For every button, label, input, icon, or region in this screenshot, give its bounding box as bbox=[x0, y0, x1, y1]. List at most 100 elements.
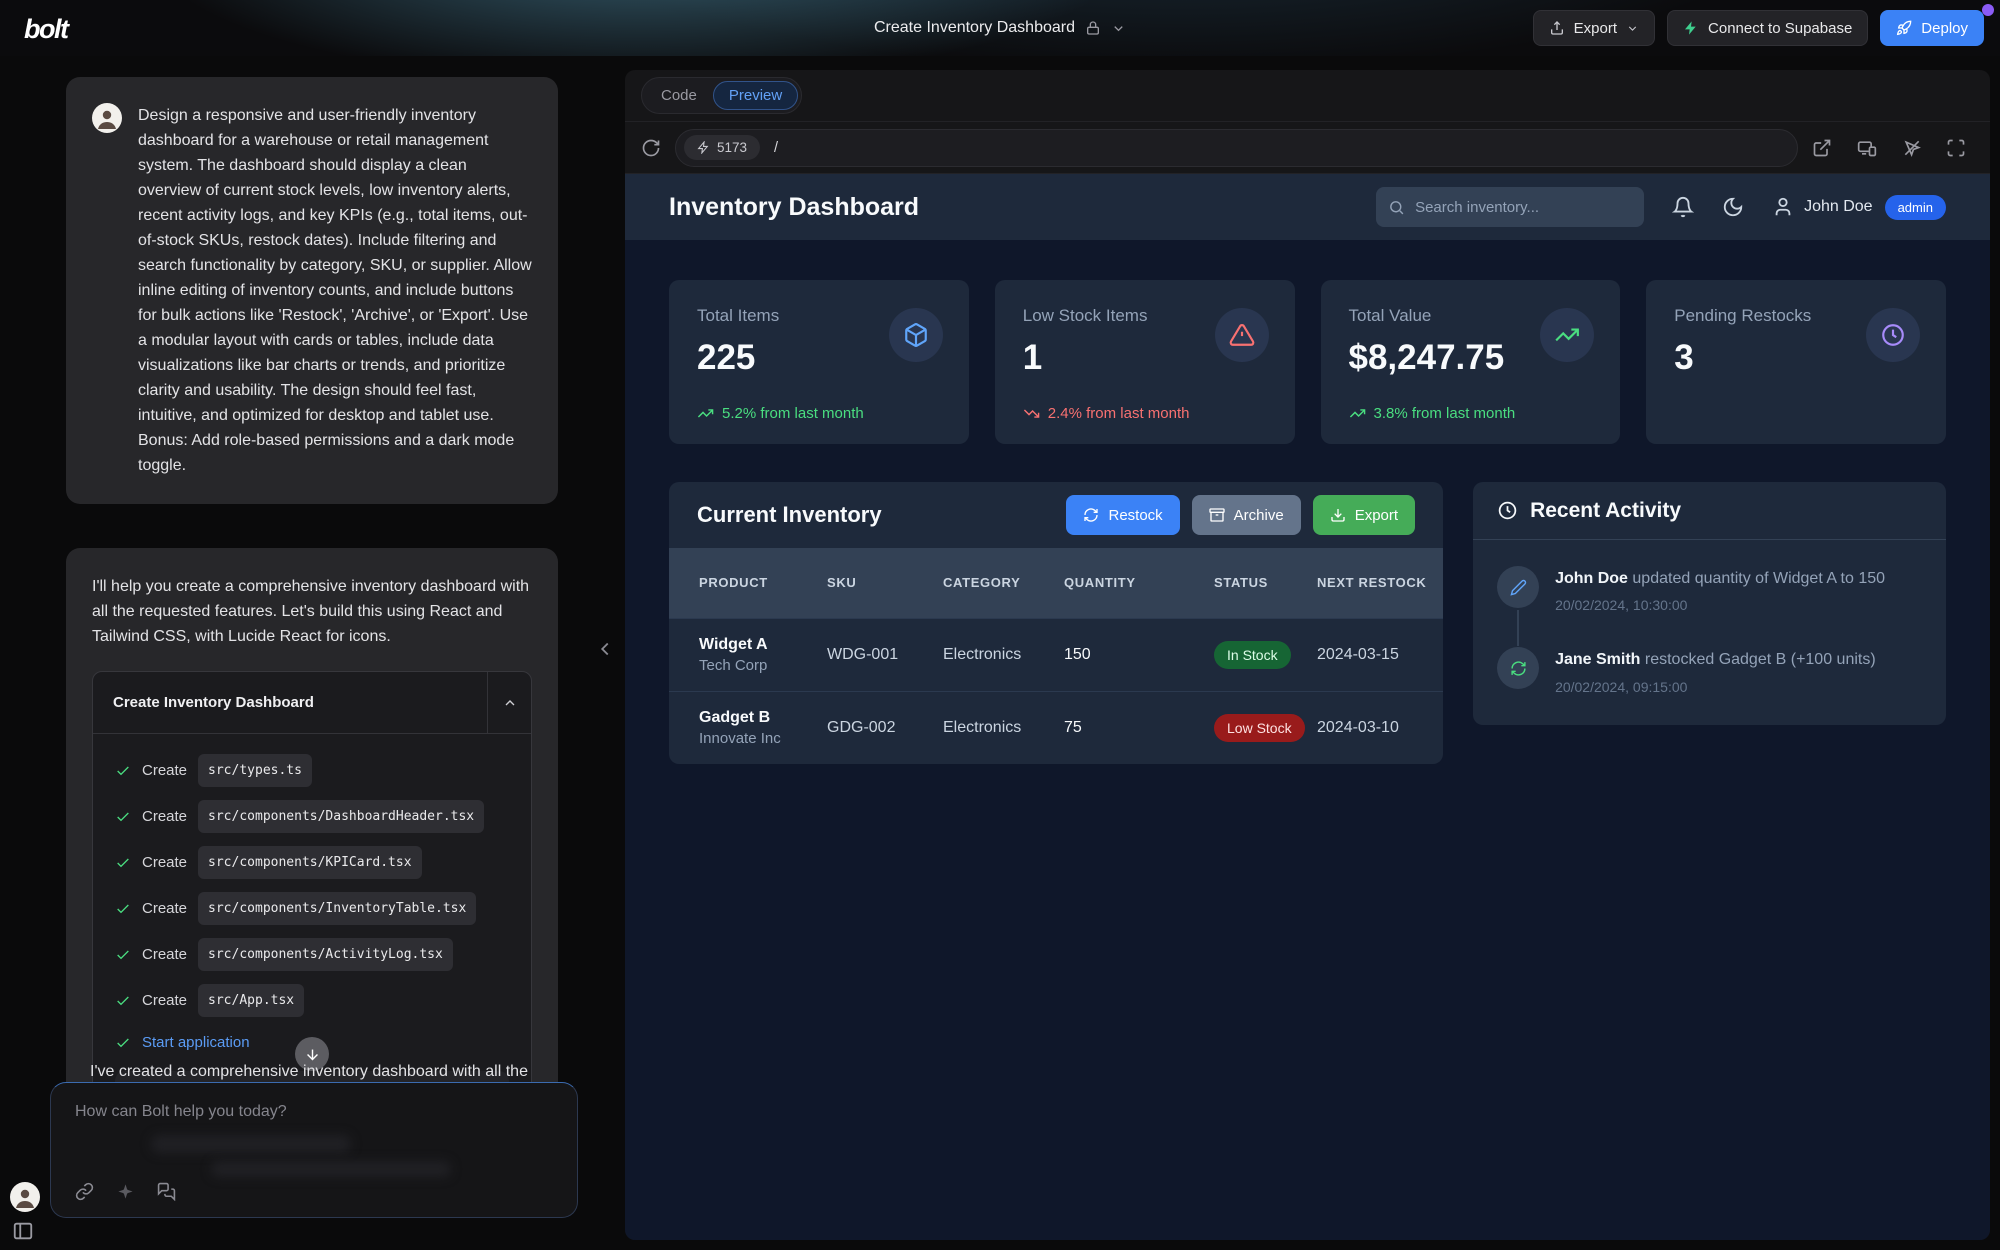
inventory-search[interactable] bbox=[1376, 187, 1644, 227]
archive-button[interactable]: Archive bbox=[1192, 495, 1301, 535]
collapse-artifact-button[interactable] bbox=[487, 672, 531, 734]
dark-mode-toggle-icon[interactable] bbox=[1722, 196, 1744, 218]
category-cell: Electronics bbox=[943, 646, 1064, 664]
quantity-cell[interactable]: 150 bbox=[1064, 646, 1214, 664]
export-button[interactable]: Export bbox=[1533, 10, 1655, 46]
category-cell: Electronics bbox=[943, 719, 1064, 737]
status-badge: Low Stock bbox=[1214, 714, 1305, 742]
trending-up-icon bbox=[1540, 308, 1594, 362]
step-file[interactable]: src/components/KPICard.tsx bbox=[198, 846, 422, 879]
preview-panel: Code Preview 5173 / Inventory bbox=[625, 70, 1990, 1240]
url-path: / bbox=[774, 140, 778, 156]
table-row: Widget A Tech Corp WDG-001 Electronics 1… bbox=[669, 618, 1443, 691]
sku-cell: WDG-001 bbox=[827, 646, 943, 664]
table-header-row: Product SKU Category Quantity Status Nex… bbox=[669, 548, 1443, 618]
step-file[interactable]: src/App.tsx bbox=[198, 984, 304, 1017]
check-icon bbox=[115, 855, 131, 871]
col-quantity: Quantity bbox=[1064, 574, 1214, 593]
url-input[interactable]: 5173 / bbox=[675, 129, 1798, 167]
trend-down-icon bbox=[1023, 405, 1040, 422]
export-label: Export bbox=[1574, 20, 1617, 37]
attach-link-icon[interactable] bbox=[75, 1182, 94, 1201]
kpi-change: 5.2% from last month bbox=[697, 405, 864, 422]
export-csv-button[interactable]: Export bbox=[1313, 495, 1415, 535]
table-row: Gadget B Innovate Inc GDG-002 Electronic… bbox=[669, 691, 1443, 764]
kpi-pending-restocks: Pending Restocks 3 bbox=[1646, 280, 1946, 444]
start-application-link[interactable]: Start application bbox=[142, 1030, 250, 1055]
step-action: Create bbox=[142, 804, 187, 829]
product-supplier: Innovate Inc bbox=[699, 730, 827, 747]
chevron-down-icon[interactable] bbox=[1111, 21, 1126, 36]
activity-action: restocked Gadget B (+100 units) bbox=[1645, 651, 1876, 668]
col-product: Product bbox=[699, 574, 827, 593]
project-title: Create Inventory Dashboard bbox=[874, 19, 1075, 37]
top-bar: bolt Create Inventory Dashboard Export C… bbox=[0, 0, 2000, 56]
col-status: Status bbox=[1214, 574, 1317, 593]
kpi-change: 3.8% from last month bbox=[1349, 405, 1516, 422]
step-action: Create bbox=[142, 988, 187, 1013]
restock-date-cell: 2024-03-10 bbox=[1317, 719, 1443, 737]
quantity-cell[interactable]: 75 bbox=[1064, 719, 1214, 737]
connect-supabase-button[interactable]: Connect to Supabase bbox=[1667, 10, 1868, 46]
chat-input-box[interactable] bbox=[50, 1082, 578, 1218]
dashboard-header: Inventory Dashboard John Doe admin bbox=[625, 174, 1990, 240]
account-avatar[interactable] bbox=[10, 1182, 40, 1212]
chat-mode-icon[interactable] bbox=[157, 1182, 176, 1201]
tab-preview[interactable]: Preview bbox=[713, 81, 798, 110]
col-next-restock: Next Restock bbox=[1317, 574, 1443, 593]
user-message-text: Design a responsive and user-friendly in… bbox=[138, 103, 532, 478]
step-action: Create bbox=[142, 758, 187, 783]
sidebar-toggle-icon[interactable] bbox=[12, 1220, 34, 1242]
kpi-change: 2.4% from last month bbox=[1023, 405, 1190, 422]
col-category: Category bbox=[943, 574, 1064, 593]
product-name: Gadget B bbox=[699, 709, 827, 727]
fullscreen-icon[interactable] bbox=[1946, 138, 1966, 158]
refresh-icon bbox=[1083, 507, 1099, 523]
notification-dot bbox=[1982, 4, 1994, 16]
assistant-intro-text: I'll help you create a comprehensive inv… bbox=[92, 574, 532, 649]
blurred-suggestion bbox=[151, 1135, 351, 1153]
connect-supabase-label: Connect to Supabase bbox=[1708, 20, 1852, 37]
col-sku: SKU bbox=[827, 574, 943, 593]
check-icon bbox=[115, 901, 131, 917]
user-icon[interactable] bbox=[1772, 196, 1794, 218]
collapse-chat-handle[interactable] bbox=[594, 638, 616, 660]
search-input[interactable] bbox=[1415, 199, 1632, 216]
enhance-sparkles-icon[interactable] bbox=[116, 1182, 135, 1201]
product-name: Widget A bbox=[699, 636, 827, 654]
deploy-label: Deploy bbox=[1921, 20, 1968, 37]
rocket-icon bbox=[1896, 20, 1912, 36]
activity-item: John Doe updated quantity of Widget A to… bbox=[1497, 566, 1922, 613]
disable-interaction-icon[interactable] bbox=[1902, 138, 1922, 158]
step-file[interactable]: src/types.ts bbox=[198, 754, 312, 787]
step-file[interactable]: src/components/InventoryTable.tsx bbox=[198, 892, 476, 925]
artifact-step: Create src/App.tsx bbox=[115, 984, 509, 1017]
port-badge[interactable]: 5173 bbox=[684, 135, 760, 160]
notifications-bell-icon[interactable] bbox=[1672, 196, 1694, 218]
artifact-step: Create src/types.ts bbox=[115, 754, 509, 787]
artifact-step: Create src/components/KPICard.tsx bbox=[115, 846, 509, 879]
product-supplier: Tech Corp bbox=[699, 657, 827, 674]
dashboard-title: Inventory Dashboard bbox=[669, 193, 1376, 222]
activity-time: 20/02/2024, 09:15:00 bbox=[1555, 679, 1876, 695]
step-file[interactable]: src/components/DashboardHeader.tsx bbox=[198, 800, 484, 833]
user-name: John Doe bbox=[1804, 198, 1873, 216]
tab-code[interactable]: Code bbox=[645, 81, 713, 110]
editor-tabs-row: Code Preview bbox=[625, 70, 1990, 122]
step-action: Create bbox=[142, 896, 187, 921]
user-message: Design a responsive and user-friendly in… bbox=[66, 77, 558, 504]
clock-icon bbox=[1497, 500, 1518, 521]
responsive-devices-icon[interactable] bbox=[1856, 138, 1878, 158]
activity-action: updated quantity of Widget A to 150 bbox=[1632, 570, 1885, 587]
recent-activity-card: Recent Activity John Doe updated quantit… bbox=[1473, 482, 1946, 725]
reload-icon[interactable] bbox=[641, 138, 661, 158]
code-preview-toggle: Code Preview bbox=[641, 77, 802, 114]
restock-button[interactable]: Restock bbox=[1066, 495, 1179, 535]
step-file[interactable]: src/components/ActivityLog.tsx bbox=[198, 938, 453, 971]
zap-icon bbox=[697, 141, 710, 154]
restock-activity-icon bbox=[1497, 647, 1539, 689]
browser-url-bar: 5173 / bbox=[625, 122, 1990, 174]
open-external-icon[interactable] bbox=[1812, 138, 1832, 158]
inventory-table-card: Current Inventory Restock Archive Export bbox=[669, 482, 1443, 764]
deploy-button[interactable]: Deploy bbox=[1880, 10, 1984, 46]
